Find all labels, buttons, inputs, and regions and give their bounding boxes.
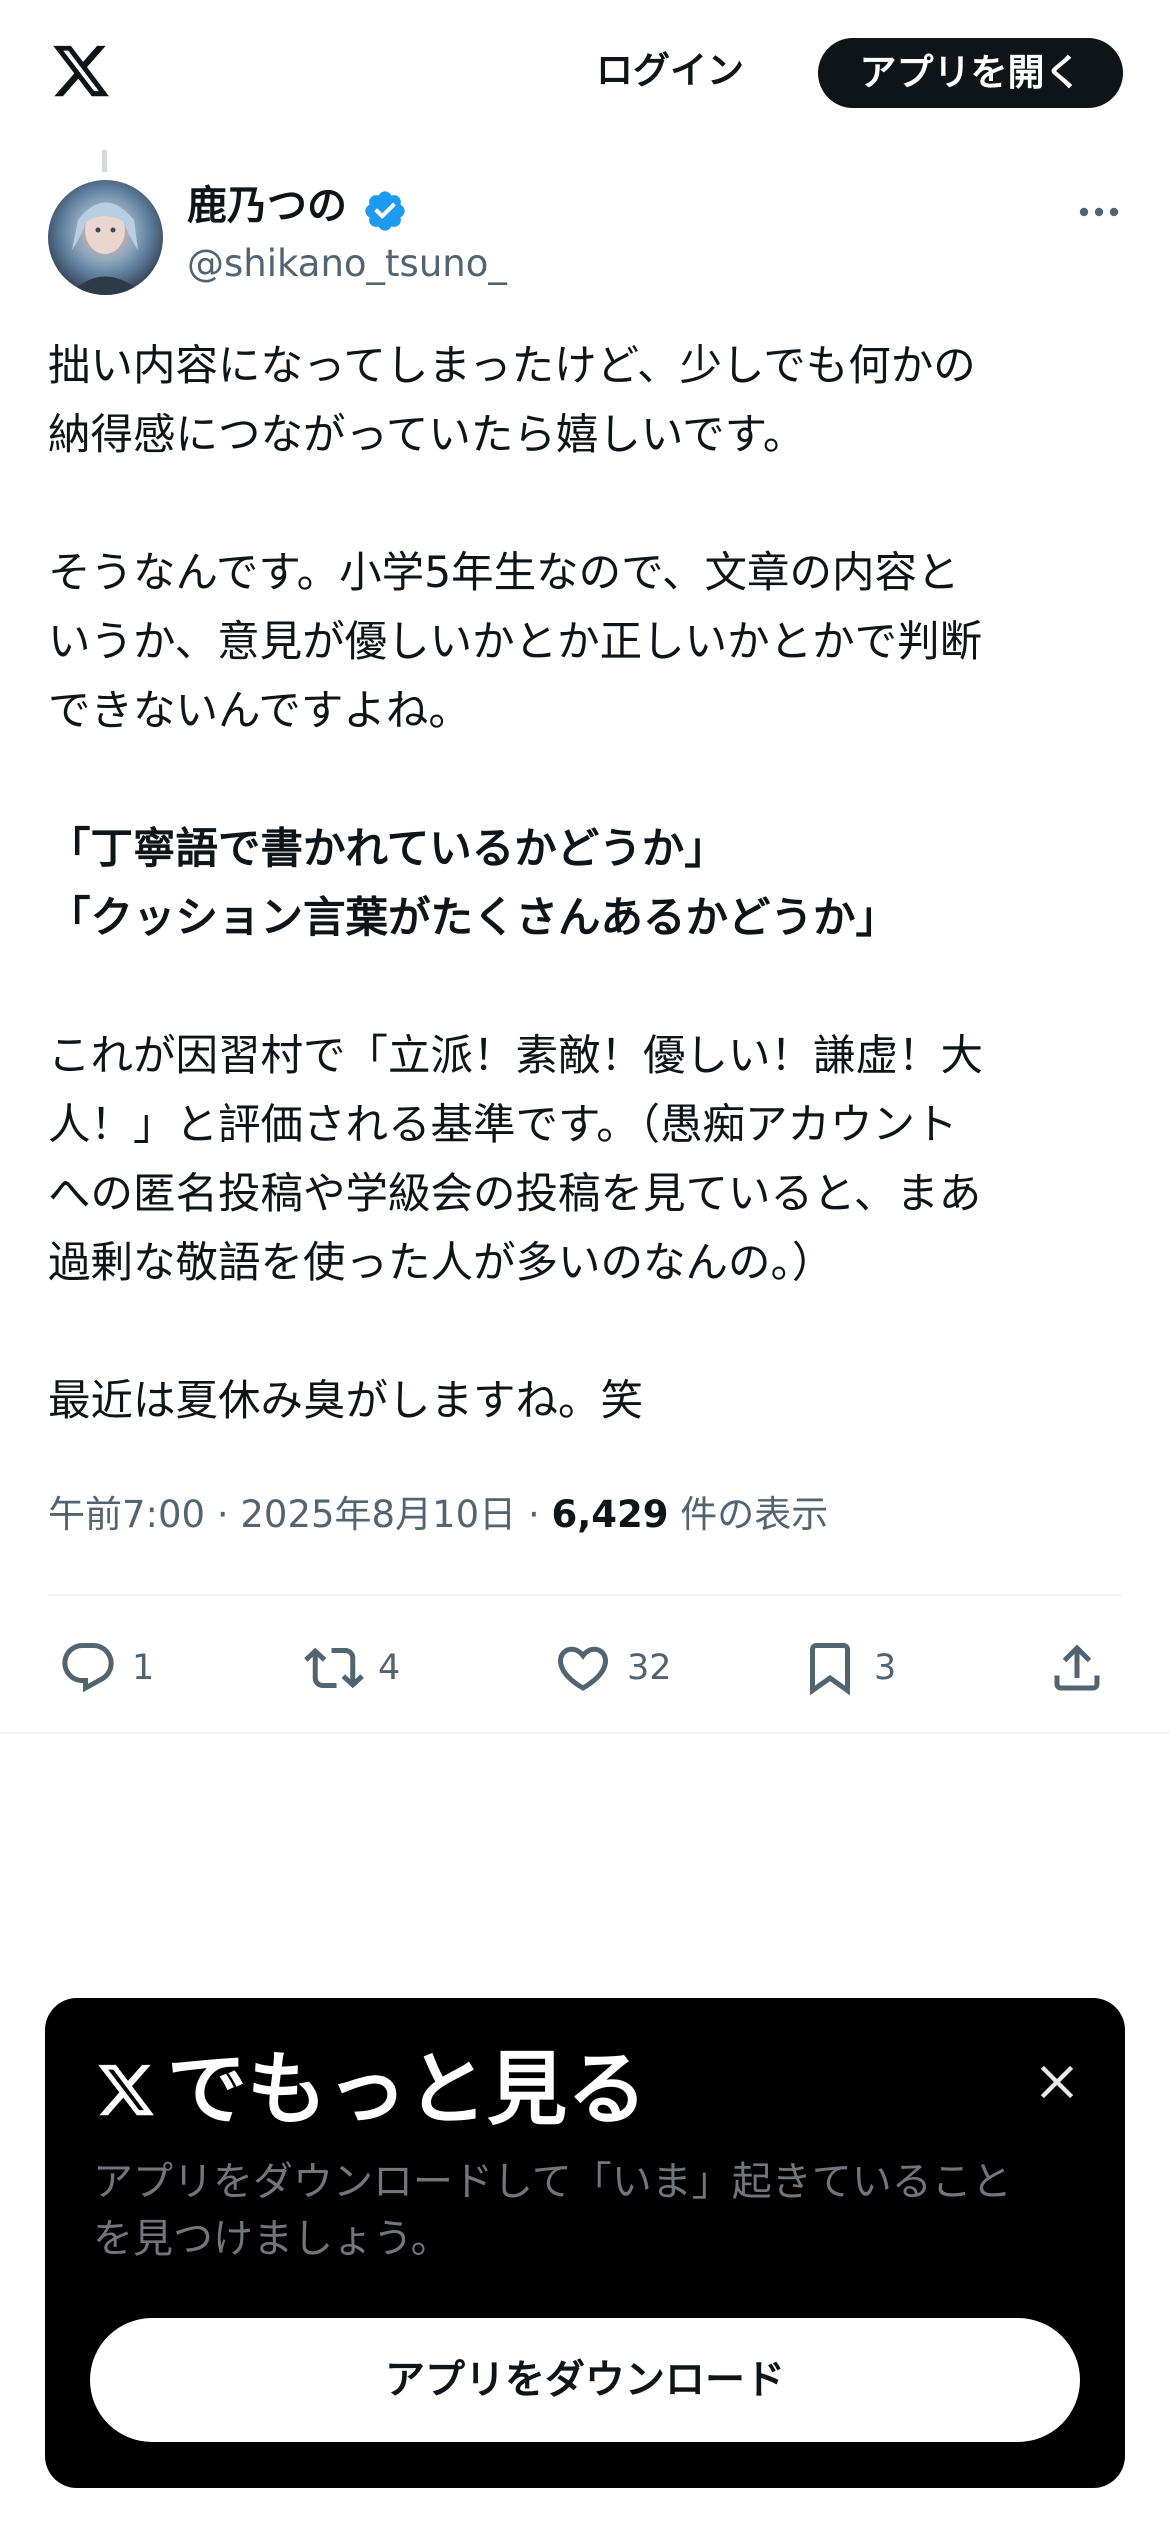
tweet-line: 過剰な敬語を使った人が多いのなんの。）: [48, 1239, 835, 1288]
tweet-line: への匿名投稿や学級会の投稿を見ていると、まあ: [48, 1170, 982, 1219]
bookmark-count: 3: [874, 1648, 897, 1688]
tweet-line: 最近は夏休み臭がしますね。笑: [48, 1377, 644, 1426]
views-count: 6,429: [551, 1493, 669, 1536]
divider: [48, 1594, 1122, 1596]
banner-title: でもっと見る: [93, 2040, 647, 2140]
meta-separator: ·: [527, 1493, 540, 1536]
more-options-icon[interactable]: [1075, 196, 1123, 228]
reply-button[interactable]: 1: [58, 1628, 154, 1708]
tweet-line: そうなんです。小学5年生なので、文章の内容と: [48, 549, 960, 598]
verified-badge-icon: [365, 191, 405, 231]
tweet-text: 拙い内容になってしまったけど、少しでも何かの 納得感につながっていたら嬉しいです…: [48, 332, 1128, 1436]
share-button[interactable]: [1047, 1628, 1107, 1708]
retweet-count: 4: [378, 1648, 401, 1688]
top-bar: ログイン アプリを開く: [0, 0, 1170, 140]
banner-subtitle-line: アプリをダウンロードして「いま」起きていること: [93, 2159, 1012, 2205]
thread-connector-line: [102, 150, 107, 172]
tweet-date[interactable]: 2025年8月10日: [240, 1493, 516, 1536]
banner-subtitle: アプリをダウンロードして「いま」起きていること を見つけましょう。: [93, 2154, 1093, 2268]
tweet-line: これが因習村で「立派！素敵！優しい！謙虚！大: [48, 1032, 984, 1081]
like-button[interactable]: 32: [553, 1628, 672, 1708]
tweet-line: できないんですよね。: [48, 687, 471, 736]
open-app-button[interactable]: アプリを開く: [818, 38, 1123, 108]
retweet-button[interactable]: 4: [304, 1628, 400, 1708]
meta-separator: ·: [216, 1493, 229, 1536]
x-logo-icon[interactable]: [48, 40, 114, 102]
bookmark-icon: [810, 1643, 850, 1696]
x-logo-icon: [98, 2064, 154, 2116]
bookmark-button[interactable]: 3: [800, 1628, 896, 1708]
tweet-line-bold: 「クッション言葉がたくさんあるかどうか」: [48, 894, 899, 943]
tweet-line-bold: 「丁寧語で書かれているかどうか」: [48, 825, 727, 874]
heart-icon: [557, 1646, 609, 1691]
avatar[interactable]: [48, 180, 163, 295]
banner-subtitle-line: を見つけましょう。: [93, 2216, 451, 2262]
tweet-line: 納得感につながっていたら嬉しいです。: [48, 411, 806, 460]
reply-count: 1: [132, 1648, 155, 1688]
share-icon: [1054, 1644, 1100, 1691]
retweet-icon: [304, 1647, 364, 1689]
author-handle[interactable]: @shikano_tsuno_: [187, 238, 507, 290]
author-display-name[interactable]: 鹿乃つの: [187, 178, 347, 234]
close-icon[interactable]: [1031, 2056, 1083, 2108]
tweet-meta: 午前7:00 · 2025年8月10日 · 6,429 件の表示: [48, 1480, 828, 1550]
tweet-line: 人！」と評価される基準です。（愚痴アカウント: [48, 1101, 958, 1150]
login-link[interactable]: ログイン: [596, 40, 744, 102]
banner-title-text: でもっと見る: [167, 2043, 647, 2136]
reply-icon: [62, 1643, 114, 1693]
app-promo-banner: でもっと見る アプリをダウンロードして「いま」起きていること を見つけましょう。…: [45, 1998, 1125, 2488]
views-label: 件の表示: [680, 1493, 829, 1536]
tweet-line: 拙い内容になってしまったけど、少しでも何かの: [48, 342, 976, 391]
like-count: 32: [627, 1648, 672, 1688]
divider: [0, 1732, 1170, 1734]
avatar-image: [68, 202, 144, 295]
tweet-time[interactable]: 午前7:00: [48, 1493, 205, 1536]
tweet-line: いうか、意見が優しいかとか正しいかとかで判断: [48, 618, 983, 667]
tweet-actions: 1 4 32 3: [0, 1628, 1170, 1708]
download-app-button[interactable]: アプリをダウンロード: [90, 2318, 1080, 2442]
